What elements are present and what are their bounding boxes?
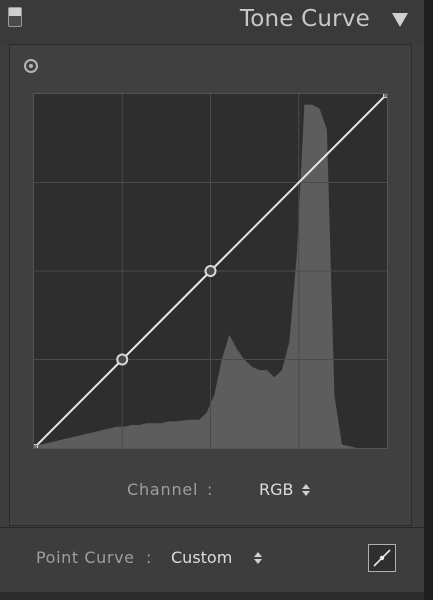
channel-label: Channel <box>127 480 199 499</box>
tone-curve-panel: Tone Curve Channel : RGB Point Curve : C… <box>0 0 433 600</box>
panel-bottom-edge <box>0 592 424 600</box>
panel-toggle-icon[interactable] <box>8 7 22 27</box>
point-curve-colon: : <box>146 548 152 567</box>
channel-row: Channel : RGB <box>0 480 424 504</box>
scrollbar-track[interactable] <box>424 0 433 600</box>
curve-endpoint[interactable] <box>34 444 38 449</box>
curve-control-point[interactable] <box>204 265 217 277</box>
divider <box>0 527 424 528</box>
channel-colon: : <box>207 480 213 499</box>
point-curve-label: Point Curve <box>36 548 135 567</box>
tone-curve-graph[interactable] <box>33 93 388 449</box>
panel-title[interactable]: Tone Curve <box>240 6 370 32</box>
channel-select[interactable]: RGB <box>259 480 294 499</box>
curve-endpoint[interactable] <box>383 94 388 98</box>
point-curve-edit-icon <box>373 549 391 567</box>
point-curve-edit-button[interactable] <box>368 544 396 572</box>
curve-svg[interactable] <box>34 94 387 448</box>
curve-control-point[interactable] <box>116 353 129 366</box>
point-curve-row: Point Curve : Custom <box>0 546 424 572</box>
panel-header[interactable]: Tone Curve <box>0 0 433 44</box>
point-curve-stepper-icon[interactable] <box>254 551 262 565</box>
channel-stepper-icon[interactable] <box>302 483 310 497</box>
triangle-down-icon[interactable] <box>392 13 408 27</box>
target-icon[interactable] <box>24 59 38 73</box>
point-curve-select[interactable]: Custom <box>171 548 232 567</box>
